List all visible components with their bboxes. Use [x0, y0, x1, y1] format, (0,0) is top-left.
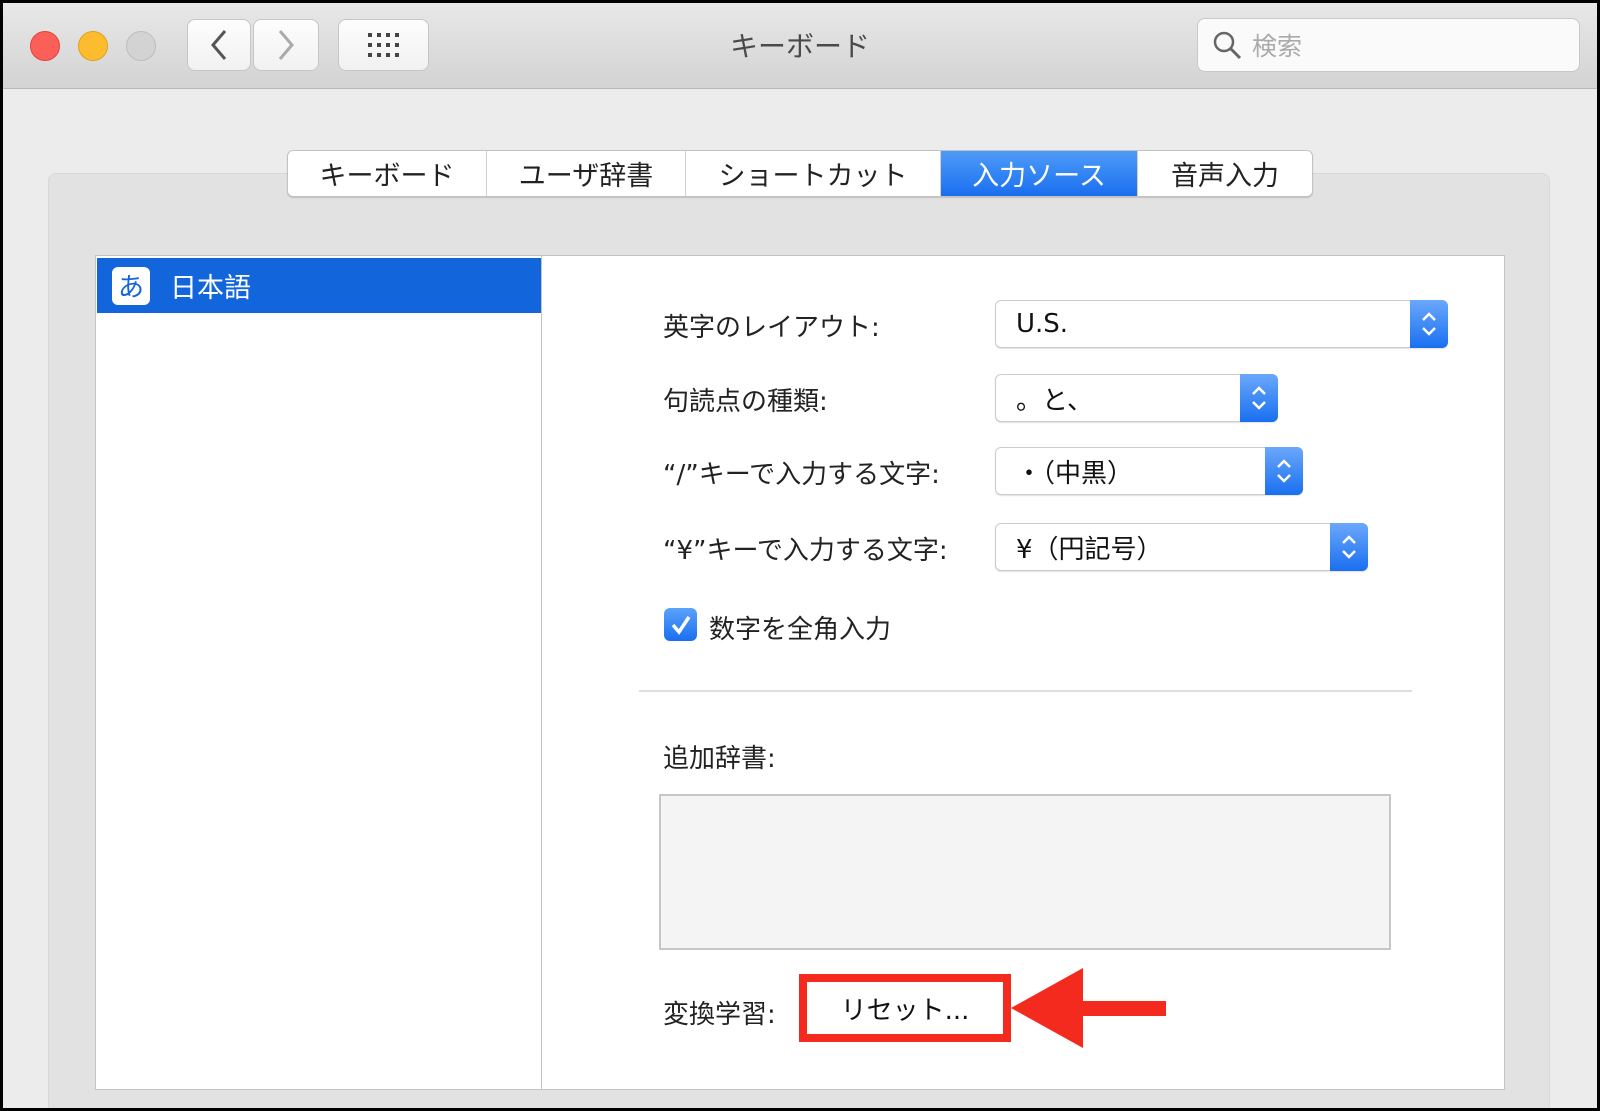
reset-learning-button[interactable]: リセット...: [799, 974, 1011, 1042]
updown-chevron-icon: [1410, 300, 1448, 348]
fullwidth-numbers-label: 数字を全角入力: [709, 615, 892, 645]
red-arrow-annotation: [1011, 968, 1166, 1048]
tab-keyboard[interactable]: キーボード: [288, 151, 487, 196]
dictionaries-label: 追加辞書:: [663, 744, 776, 774]
tab-user-dictionary[interactable]: ユーザ辞書: [487, 151, 686, 196]
slash-key-select[interactable]: ・（中黒）: [995, 447, 1303, 495]
search-icon: [1213, 31, 1242, 60]
yen-key-value: ¥（円記号）: [1016, 534, 1163, 565]
input-source-list: あ 日本語: [95, 255, 542, 1090]
tab-bar: キーボード ユーザ辞書 ショートカット 入力ソース 音声入力: [287, 150, 1313, 197]
yen-key-select[interactable]: ¥（円記号）: [995, 523, 1368, 571]
punctuation-label: 句読点の種類:: [663, 387, 828, 417]
title-bar: キーボード 検索: [3, 3, 1597, 89]
tab-dictation[interactable]: 音声入力: [1138, 151, 1312, 196]
learning-label: 変換学習:: [663, 1000, 776, 1030]
layout-label: 英字のレイアウト:: [663, 313, 880, 343]
divider: [639, 690, 1412, 692]
slash-key-value: ・（中黒）: [1016, 458, 1134, 489]
updown-chevron-icon: [1240, 374, 1278, 422]
hiragana-input-icon: あ: [112, 266, 150, 305]
layout-value: U.S.: [1016, 309, 1069, 339]
updown-chevron-icon: [1265, 447, 1303, 495]
layout-select[interactable]: U.S.: [995, 300, 1448, 348]
yen-key-label: “¥”キーで入力する文字:: [663, 536, 948, 566]
punctuation-select[interactable]: 。と、: [995, 374, 1278, 422]
slash-key-label: “/”キーで入力する文字:: [663, 460, 940, 490]
tab-shortcuts[interactable]: ショートカット: [686, 151, 941, 196]
updown-chevron-icon: [1330, 523, 1368, 571]
fullwidth-numbers-checkbox[interactable]: [664, 608, 697, 641]
list-item-japanese[interactable]: あ 日本語: [97, 258, 541, 313]
search-placeholder: 検索: [1252, 32, 1303, 61]
tab-input-sources[interactable]: 入力ソース: [941, 151, 1138, 196]
punctuation-value: 。と、: [1016, 385, 1093, 416]
list-item-label: 日本語: [170, 273, 251, 304]
checkmark-icon: [671, 615, 690, 635]
keyboard-preferences-window: キーボード 検索 キーボード ユーザ辞書 ショートカット 入力ソース 音声入力 …: [3, 3, 1597, 1108]
dictionaries-list[interactable]: [659, 794, 1391, 950]
search-field[interactable]: 検索: [1197, 18, 1580, 72]
